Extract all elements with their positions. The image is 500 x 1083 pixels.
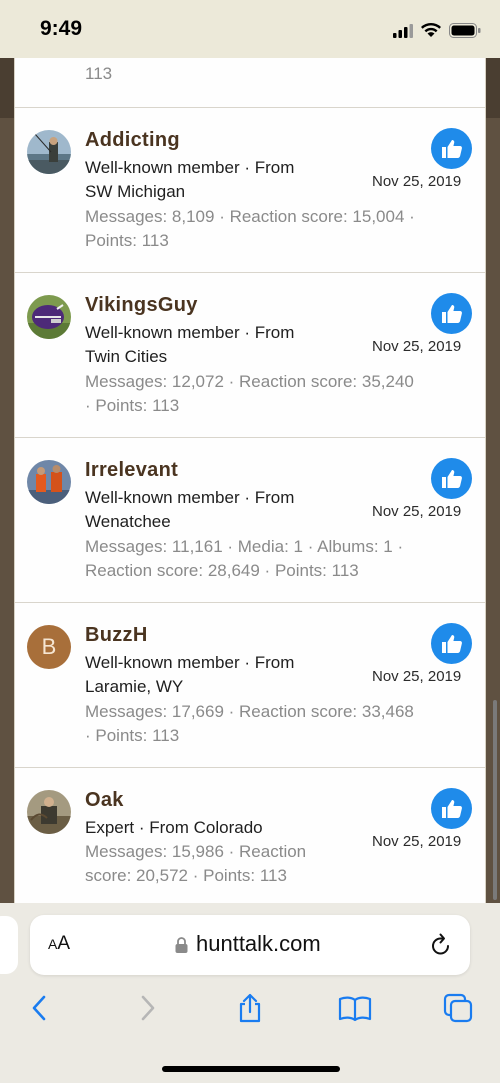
list-item: VikingsGuy Well-known member · From Twin… (15, 273, 485, 438)
member-stats-line: Messages: 8,109 · Reaction score: 15,004… (85, 207, 415, 226)
wifi-icon (421, 23, 441, 37)
member-title: Well-known member · From (85, 488, 295, 507)
member-stats: Messages: 11,161 · Media: 1 · Albums: 1 … (85, 535, 475, 583)
member-stats-line: Messages: 12,072 · Reaction score: 35,24… (85, 372, 414, 391)
member-stats-line: Reaction score: 28,649 · Points: 113 (85, 561, 359, 580)
reader-label: A (57, 933, 71, 954)
member-location: Laramie, WY (85, 677, 184, 696)
like-reaction-button[interactable] (431, 293, 472, 334)
member-stats-line: · Points: 113 (85, 726, 180, 745)
member-stats: Messages: 8,109 · Reaction score: 15,004… (85, 205, 475, 253)
like-reaction-button[interactable] (431, 788, 472, 829)
page-header-edge-right (486, 58, 500, 118)
like-reaction-button[interactable] (431, 623, 472, 664)
member-stats-line: Messages: 11,161 · Media: 1 · Albums: 1 … (85, 537, 404, 556)
avatar[interactable] (27, 460, 71, 504)
back-icon[interactable] (25, 993, 55, 1023)
status-time: 9:49 (40, 17, 83, 40)
previous-tab-peek[interactable] (0, 916, 18, 974)
url-text[interactable]: hunttalk.com (196, 931, 321, 957)
username-link[interactable]: Addicting (85, 129, 180, 152)
list-item: Irrelevant Well-known member · From Wena… (15, 438, 485, 603)
member-stats-line: · Points: 113 (85, 396, 180, 415)
like-reaction-button[interactable] (431, 128, 472, 169)
avatar-photo (27, 130, 71, 174)
thumbs-up-icon (441, 799, 462, 818)
list-item: Addicting Well-known member · From SW Mi… (15, 108, 485, 273)
member-location: Twin Cities (85, 347, 168, 366)
thumbs-up-icon (441, 634, 462, 653)
member-title: Expert · From Colorado (85, 818, 263, 837)
like-reaction-button[interactable] (431, 458, 472, 499)
username-link[interactable]: BuzzH (85, 624, 148, 647)
list-item: B BuzzH Well-known member · From Laramie… (15, 603, 485, 768)
share-icon[interactable] (235, 993, 265, 1023)
avatar[interactable] (27, 130, 71, 174)
reaction-date: Nov 25, 2019 (372, 503, 462, 520)
cellular-signal-icon (393, 24, 413, 38)
member-stats: Messages: 17,669 · Reaction score: 33,46… (85, 700, 475, 748)
bookmarks-icon[interactable] (338, 993, 372, 1023)
member-stats: 113 (85, 64, 113, 83)
username-link[interactable]: VikingsGuy (85, 294, 198, 317)
member-title: Well-known member · From (85, 653, 295, 672)
reaction-date: Nov 25, 2019 (372, 833, 462, 850)
avatar[interactable] (27, 790, 71, 834)
member-title: Well-known member · From (85, 323, 295, 342)
browser-toolbar: AA hunttalk.com (0, 903, 500, 1083)
member-description: Well-known member · From Twin Cities (85, 321, 355, 369)
member-stats-line: Points: 113 (85, 231, 169, 250)
thumbs-up-icon (441, 304, 462, 323)
home-indicator (162, 1066, 340, 1072)
avatar-photo (27, 790, 71, 834)
reaction-date: Nov 25, 2019 (372, 668, 462, 685)
lock-icon (175, 937, 188, 953)
thumbs-up-icon (441, 469, 462, 488)
member-location: Wenatchee (85, 512, 171, 531)
reload-icon[interactable] (430, 933, 452, 957)
member-stats: Messages: 12,072 · Reaction score: 35,24… (85, 370, 475, 418)
member-location: SW Michigan (85, 182, 186, 201)
reaction-date: Nov 25, 2019 (372, 173, 462, 190)
thumbs-up-icon (441, 139, 462, 158)
list-item: 113 (15, 58, 485, 108)
member-description: Well-known member · From Wenatchee (85, 486, 355, 534)
member-stats-line: Messages: 17,669 · Reaction score: 33,46… (85, 702, 414, 721)
reactions-list: 113 Addicting Well-known member · From S… (14, 58, 486, 908)
avatar[interactable] (27, 295, 71, 339)
reaction-date: Nov 25, 2019 (372, 338, 462, 355)
username-link[interactable]: Irrelevant (85, 459, 178, 482)
address-bar[interactable]: AA hunttalk.com (30, 915, 470, 975)
member-title: Well-known member · From (85, 158, 295, 177)
avatar-photo (27, 295, 71, 339)
member-stats: Messages: 15,986 · Reaction score: 20,57… (85, 840, 355, 888)
list-item: Oak Expert · From Colorado Messages: 15,… (15, 768, 485, 908)
forward-icon[interactable] (132, 993, 162, 1023)
page-header-edge-left (0, 58, 14, 118)
username-link[interactable]: Oak (85, 789, 124, 812)
member-stats-line: score: 20,572 · Points: 113 (85, 866, 287, 885)
scrollbar[interactable] (493, 700, 497, 900)
avatar[interactable]: B (27, 625, 71, 669)
battery-icon (449, 23, 481, 38)
member-description: Well-known member · From Laramie, WY (85, 651, 355, 699)
tabs-icon[interactable] (443, 993, 473, 1023)
member-description: Well-known member · From SW Michigan (85, 156, 355, 204)
member-description: Expert · From Colorado (85, 816, 355, 840)
status-bar: 9:49 (0, 0, 500, 58)
member-stats-line: Messages: 15,986 · Reaction (85, 842, 307, 861)
avatar-photo (27, 460, 71, 504)
reader-options-button[interactable]: AA (48, 933, 70, 955)
